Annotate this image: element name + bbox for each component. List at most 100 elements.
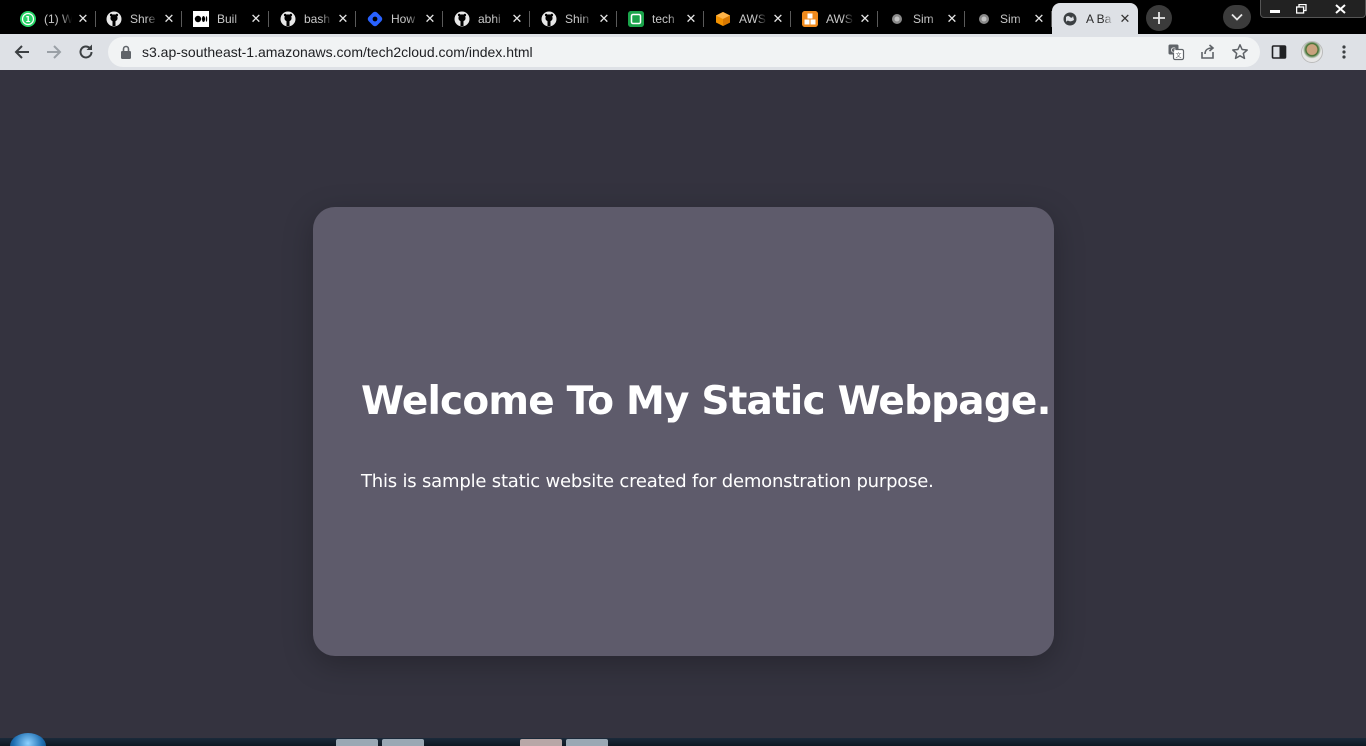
medium-icon (193, 10, 209, 27)
close-icon[interactable]: ✕ (858, 11, 872, 26)
reload-icon (79, 44, 93, 59)
tab-title: AWS (826, 11, 853, 26)
side-panel-icon (1271, 45, 1287, 59)
tab-separator (964, 11, 965, 27)
tab-title: A Ba (1086, 11, 1112, 26)
arrow-right-icon (47, 45, 62, 59)
minimize-icon (1270, 10, 1280, 13)
dot-icon (889, 11, 905, 27)
close-icon[interactable]: ✕ (76, 11, 90, 26)
os-taskbar (0, 738, 1366, 746)
content-card: Welcome To My Static Webpage. This is sa… (313, 207, 1054, 656)
tab-github-4[interactable]: Shin ✕ (531, 3, 617, 34)
aws-cube-icon (715, 11, 731, 27)
close-window-icon (1334, 4, 1346, 14)
close-icon[interactable]: ✕ (249, 11, 263, 26)
tab-title: (1) W (44, 11, 72, 26)
close-icon[interactable]: ✕ (1118, 11, 1132, 26)
svg-text:文: 文 (1175, 52, 1181, 60)
hashnode-icon (367, 11, 383, 27)
close-icon[interactable]: ✕ (945, 11, 959, 26)
tab-hashnode[interactable]: How ✕ (357, 3, 443, 34)
close-icon[interactable]: ✕ (162, 11, 176, 26)
github-icon (280, 11, 296, 27)
taskbar-item[interactable] (520, 739, 562, 746)
tab-separator (442, 11, 443, 27)
tab-separator (355, 11, 356, 27)
github-icon (106, 11, 122, 27)
tab-simple-1[interactable]: Sim ✕ (879, 3, 965, 34)
tab-title: bash (304, 11, 331, 26)
tab-separator (181, 11, 182, 27)
globe-icon (1062, 11, 1078, 27)
tab-tech[interactable]: tech ✕ (618, 3, 704, 34)
restore-icon (1295, 4, 1307, 14)
tab-separator (529, 11, 530, 27)
close-icon[interactable]: ✕ (1032, 11, 1046, 26)
tab-aws-2[interactable]: AWS ✕ (792, 3, 878, 34)
star-icon (1232, 44, 1248, 60)
tab-title: tech (652, 11, 675, 26)
address-bar[interactable]: s3.ap-southeast-1.amazonaws.com/tech2clo… (108, 37, 1260, 67)
green-square-icon (628, 10, 644, 27)
tab-separator (703, 11, 704, 27)
tab-separator (268, 11, 269, 27)
github-icon (454, 11, 470, 27)
taskbar-item[interactable] (382, 739, 424, 746)
tab-github-3[interactable]: abhi ✕ (444, 3, 530, 34)
aws-orange-icon (802, 10, 818, 27)
tab-github-2[interactable]: bash ✕ (270, 3, 356, 34)
tab-simple-2[interactable]: Sim ✕ (966, 3, 1052, 34)
close-window-button[interactable] (1318, 0, 1362, 18)
menu-button[interactable] (1334, 42, 1354, 62)
tab-active[interactable]: A Ba ✕ (1052, 3, 1138, 34)
tab-medium[interactable]: Buil ✕ (183, 3, 269, 34)
tab-strip: 1 (1) W ✕ Shre ✕ Buil ✕ bash ✕ How ✕ abh… (0, 0, 1366, 34)
translate-button[interactable]: G文 (1166, 42, 1186, 62)
whatsapp-icon: 1 (20, 10, 36, 27)
tab-title: Shin (565, 11, 590, 26)
close-icon[interactable]: ✕ (597, 11, 611, 26)
page-description: This is sample static website created fo… (361, 471, 934, 492)
tab-title: abhi (478, 11, 501, 26)
close-icon[interactable]: ✕ (510, 11, 524, 26)
plus-icon (1153, 12, 1165, 24)
tab-search-button[interactable] (1223, 5, 1251, 29)
close-icon[interactable]: ✕ (336, 11, 350, 26)
back-button[interactable] (10, 40, 34, 64)
tab-aws-1[interactable]: AWS ✕ (705, 3, 791, 34)
reload-button[interactable] (74, 40, 98, 64)
share-button[interactable] (1198, 42, 1218, 62)
taskbar-item[interactable] (336, 739, 378, 746)
tab-github-1[interactable]: Shre ✕ (96, 3, 182, 34)
tab-title: Sim (913, 11, 934, 26)
forward-button[interactable] (42, 40, 66, 64)
tab-title: Shre (130, 11, 156, 26)
arrow-left-icon (14, 45, 29, 59)
tab-title: How (391, 11, 416, 26)
tab-separator (616, 11, 617, 27)
svg-text:1: 1 (25, 15, 30, 24)
tab-separator (790, 11, 791, 27)
dot-icon (976, 11, 992, 27)
restore-button[interactable] (1290, 0, 1312, 18)
close-icon[interactable]: ✕ (684, 11, 698, 26)
tab-whatsapp[interactable]: 1 (1) W ✕ (10, 3, 96, 34)
side-panel-button[interactable] (1269, 42, 1289, 62)
tab-title: AWS (739, 11, 766, 26)
start-button[interactable] (10, 733, 46, 746)
tab-separator (877, 11, 878, 27)
tab-title: Buil (217, 11, 238, 26)
bookmark-button[interactable] (1230, 42, 1250, 62)
taskbar-item[interactable] (566, 739, 608, 746)
translate-icon: G文 (1168, 44, 1185, 61)
lock-icon (121, 45, 131, 59)
close-icon[interactable]: ✕ (771, 11, 785, 26)
profile-avatar[interactable] (1301, 41, 1323, 63)
close-icon[interactable]: ✕ (423, 11, 437, 26)
chevron-down-icon (1231, 13, 1243, 21)
browser-toolbar: s3.ap-southeast-1.amazonaws.com/tech2clo… (0, 34, 1366, 70)
new-tab-button[interactable] (1146, 5, 1172, 31)
url-text: s3.ap-southeast-1.amazonaws.com/tech2clo… (142, 44, 533, 60)
minimize-button[interactable] (1264, 0, 1286, 18)
